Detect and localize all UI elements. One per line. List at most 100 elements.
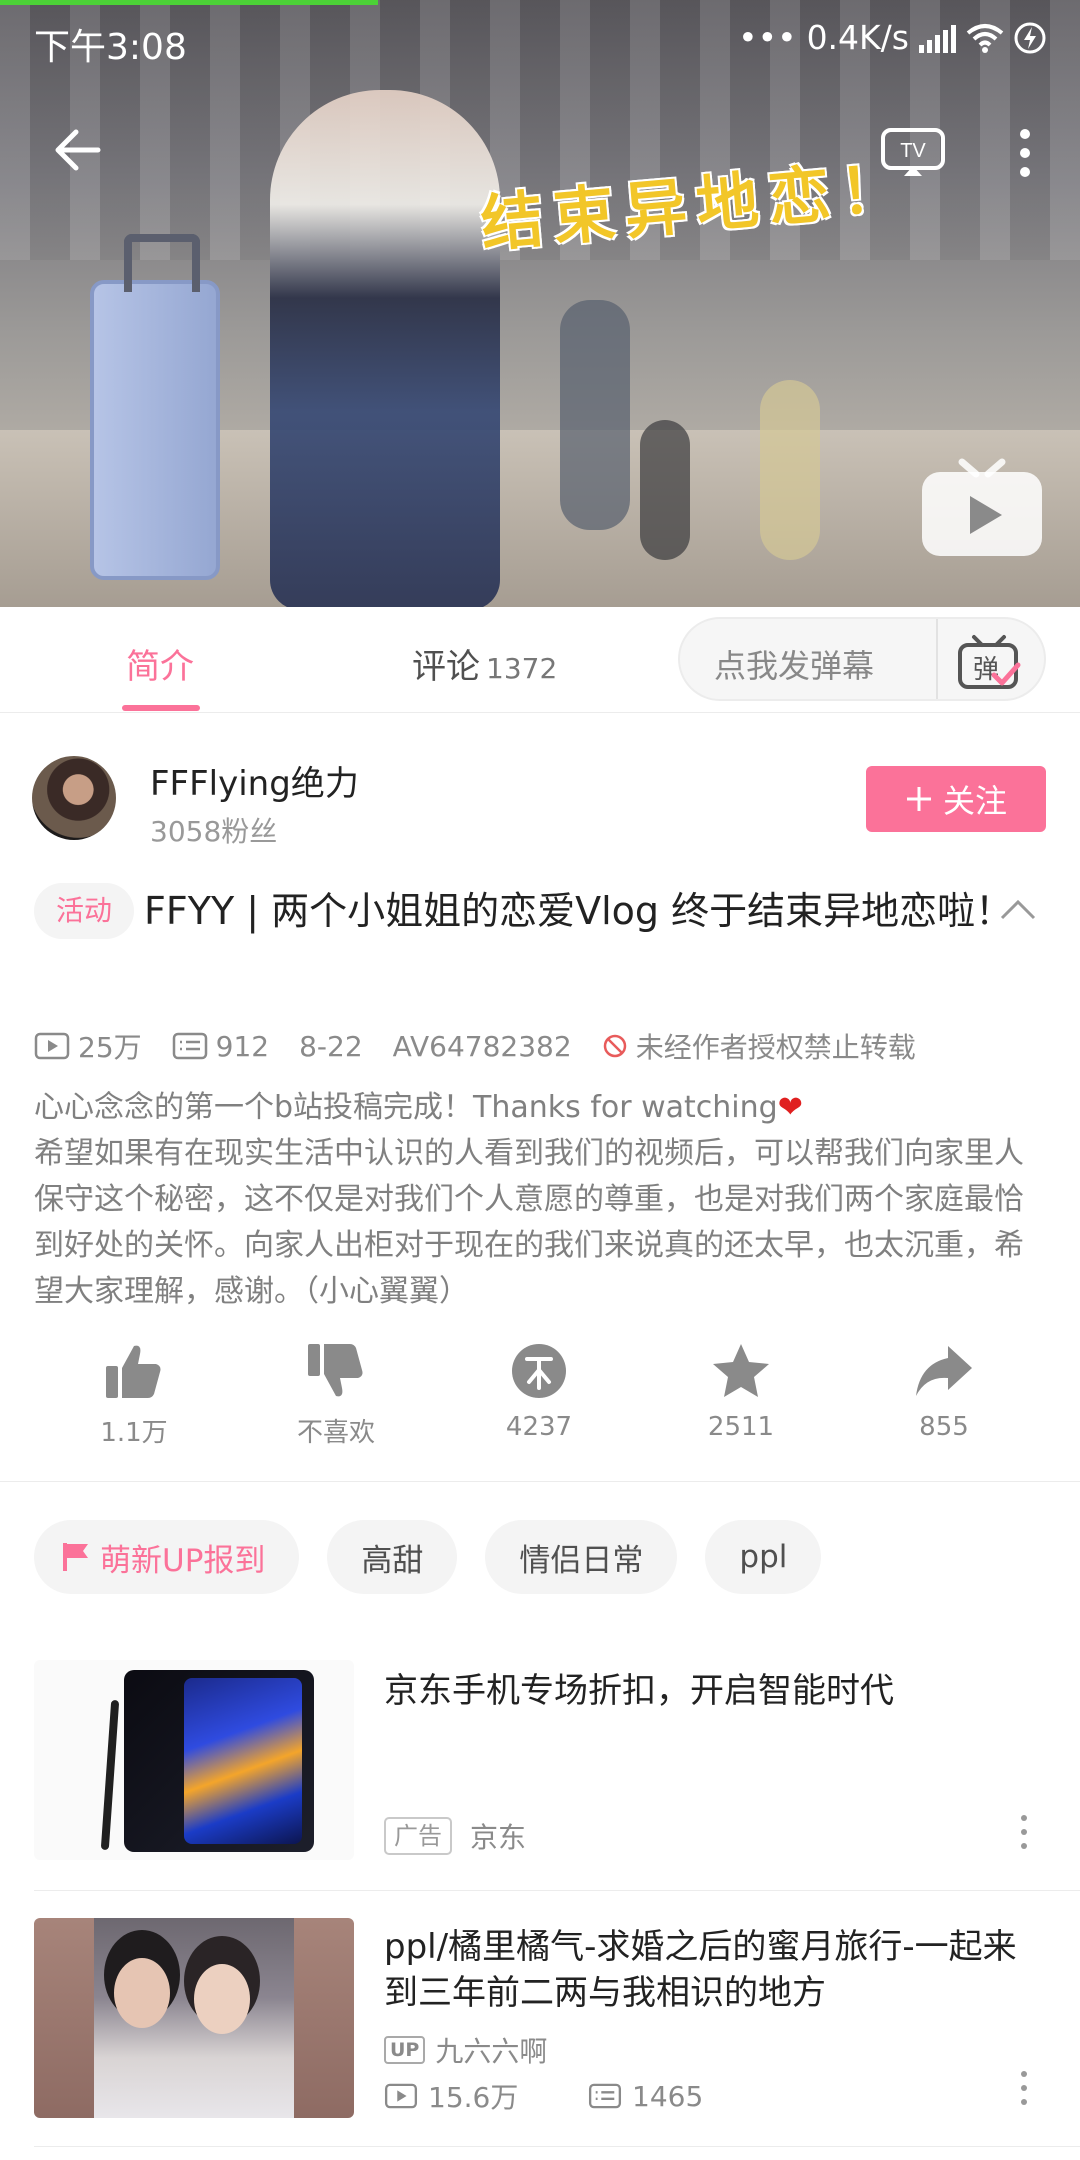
no-repost-icon [603,1034,626,1058]
tab-comments-label: 评论 [412,647,480,687]
danmaku-placeholder: 点我发弹幕 [714,647,875,685]
video-thumbnail [34,1918,354,2118]
video-bystander [640,420,690,560]
tab-comments[interactable]: 评论 1372 [412,639,557,688]
tag-ppl[interactable]: ppl [705,1520,822,1594]
tag-newcomer-up[interactable]: 萌新UP报到 [34,1520,300,1594]
flag-icon [63,1543,88,1571]
danmaku-input[interactable]: 点我发弹幕 弹 [678,617,1046,701]
like-count: 1.1万 [100,1418,168,1448]
activity-badge[interactable]: 活动 [34,883,135,939]
tag-list: 萌新UP报到 高甜 情侣日常 ppl [34,1520,822,1594]
video-rec-uploader-row: UP 九六六啊 [384,2030,547,2070]
recommendation-ad[interactable]: 京东手机专场折扣，开启智能时代 广告 京东 [0,1660,1080,1890]
up-badge: UP [384,2036,426,2064]
uploader-name[interactable]: FFFlying绝力 [150,756,359,805]
player-top-controls: TV [0,120,1080,190]
chevron-up-icon[interactable] [998,896,1038,922]
video-title: FFYY | 两个小姐姐的恋爱Vlog 终于结束异地恋啦！ [144,889,1014,933]
tab-bar: 简介 评论 1372 点我发弹幕 弹 [0,607,1080,713]
more-dots-icon: ••• [738,18,797,57]
coin-icon [512,1344,566,1398]
ad-title: 京东手机专场折扣，开启智能时代 [384,1671,894,1711]
coin-count: 4237 [505,1412,573,1442]
tab-active-indicator [122,705,200,711]
phone-screen [184,1678,302,1844]
dislike-button[interactable]: 不喜欢 [266,1342,406,1449]
more-vertical-icon[interactable] [1016,1812,1032,1852]
plus-icon [906,787,931,811]
share-count: 855 [919,1412,969,1442]
danmaku-icon-char: 弹 [973,655,999,685]
tag-couple-daily[interactable]: 情侣日常 [485,1520,678,1594]
danmaku-count-icon [172,1032,207,1060]
description-body: 希望如果有在现实生活中认识的人看到我们的视频后，可以帮我们向家里人保守这个秘密，… [34,1136,1024,1309]
favorite-count: 2511 [707,1412,775,1442]
phone-image [34,1660,354,1860]
coin-button[interactable]: 4237 [469,1342,609,1442]
video-rec-stats: 15.6万 1465 [384,2076,703,2116]
danmaku-toggle-icon[interactable]: 弹 [956,631,1022,691]
favorite-button[interactable]: 2511 [671,1342,811,1442]
play-count-icon [34,1032,70,1060]
divider [34,2146,1080,2147]
tab-intro[interactable]: 简介 [126,639,194,688]
dislike-label: 不喜欢 [296,1418,375,1448]
share-arrow-icon [916,1346,972,1396]
avatar[interactable] [32,756,116,840]
danmaku-count-icon [588,2083,622,2109]
views-stat: 25万 [34,1026,142,1066]
copyright-text: 未经作者授权禁止转载 [635,1031,916,1064]
more-vertical-icon[interactable] [1016,2068,1032,2108]
play-tv-icon[interactable] [918,448,1046,560]
video-player[interactable]: 结束异地恋！ 下午3:08 ••• 0.4K/s TV [0,0,1080,607]
wifi-icon [966,23,1004,53]
action-bar: 1.1万 不喜欢 4237 2511 855 [0,1332,1080,1482]
thumbs-down-icon [308,1344,363,1397]
thumbnail-face [114,1958,170,2028]
battery-charging-icon [1014,22,1046,53]
danmaku-count: 912 [215,1029,270,1063]
av-number: AV64782382 [392,1029,572,1063]
copyright-notice: 未经作者授权禁止转载 [602,1026,916,1066]
tv-cast-icon[interactable]: TV [880,124,946,178]
danmaku-stat: 912 [172,1030,269,1063]
video-description: 心心念念的第一个b站投稿完成！Thanks for watching❤ 希望如果… [34,1085,1050,1315]
status-time: 下午3:08 [34,27,187,68]
uploader-row: FFFlying绝力 3058粉丝 关注 [0,714,1080,864]
video-bystander [760,380,820,560]
thumbs-up-icon [106,1345,161,1398]
tag-label: 萌新UP报到 [100,1542,266,1579]
publish-date: 8-22 [299,1029,363,1063]
ad-meta: 广告 京东 [384,1816,526,1856]
video-rec-danmaku: 1465 [632,2079,704,2113]
heart-emoji: ❤ [777,1090,803,1125]
follow-button[interactable]: 关注 [866,766,1046,832]
follow-label: 关注 [942,782,1007,820]
share-button[interactable]: 855 [874,1342,1014,1442]
thumbnail-face [194,1964,250,2034]
divider [34,1890,1080,1891]
video-suitcase [90,234,220,580]
ad-source: 京东 [470,1821,527,1854]
recommendation-video[interactable]: ppl/橘里橘气-求婚之后的蜜月旅行-一起来到三年前二两与我相识的地方 UP 九… [0,1918,1080,2138]
views-count: 25万 [78,1031,142,1064]
status-indicators: ••• 0.4K/s [738,18,1046,57]
play-count-icon [384,2083,418,2109]
comments-count: 1372 [486,652,558,685]
video-rec-uploader: 九六六啊 [435,2035,548,2068]
stylus-shape [100,1699,120,1851]
uploader-fans: 3058粉丝 [150,815,278,848]
status-bar: 下午3:08 ••• 0.4K/s [0,0,1080,76]
like-button[interactable]: 1.1万 [64,1342,204,1449]
description-first-line: 心心念念的第一个b站投稿完成！Thanks for watching [34,1090,778,1125]
network-speed: 0.4K/s [806,18,909,57]
back-arrow-icon[interactable] [48,120,108,180]
video-rec-views: 15.6万 [428,2081,519,2114]
video-title-block: 活动 FFYY | 两个小姐姐的恋爱Vlog 终于结束异地恋啦！ [34,880,1034,942]
signal-icon [919,23,956,53]
star-icon [713,1344,769,1397]
video-rec-title: ppl/橘里橘气-求婚之后的蜜月旅行-一起来到三年前二两与我相识的地方 [384,1927,1017,2013]
tag-sweet[interactable]: 高甜 [327,1520,458,1594]
more-vertical-icon[interactable] [1010,126,1040,180]
